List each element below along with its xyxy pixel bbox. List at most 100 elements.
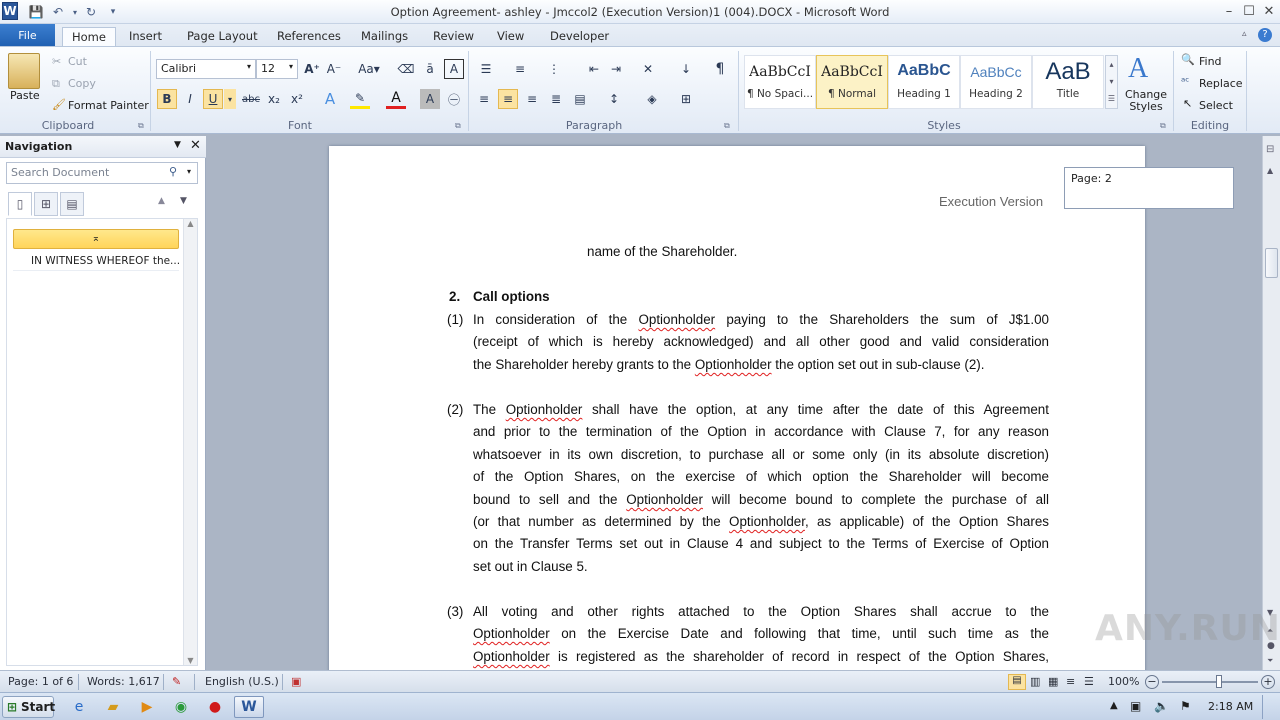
close-button[interactable]: ✕	[1260, 2, 1278, 20]
paste-button[interactable]: Paste	[10, 89, 40, 102]
maximize-button[interactable]: ☐	[1240, 2, 1258, 20]
font-launcher-icon[interactable]: ⧉	[455, 121, 461, 131]
nav-close-icon[interactable]: ✕	[190, 138, 201, 153]
tab-insert[interactable]: Insert	[120, 27, 171, 47]
nav-previous-icon[interactable]: ▲	[158, 196, 165, 206]
draft-icon[interactable]: ☰	[1084, 675, 1094, 688]
nav-scrollbar[interactable]: ▲ ▼	[183, 219, 197, 665]
bold-button[interactable]: B	[157, 89, 177, 109]
page-count-status[interactable]: Page: 1 of 6	[8, 675, 73, 688]
scroll-thumb[interactable]	[1265, 248, 1278, 278]
change-styles-button[interactable]: Change Styles	[1124, 89, 1168, 113]
paste-icon[interactable]	[8, 53, 40, 89]
asian-layout-icon[interactable]: ✕	[638, 59, 658, 79]
highlight-icon[interactable]: ✎	[350, 89, 370, 109]
line-spacing-icon[interactable]: ↕	[604, 89, 624, 109]
web-layout-icon[interactable]: ▦	[1048, 675, 1058, 688]
multilevel-list-icon[interactable]: ⋮	[544, 59, 564, 79]
superscript-button[interactable]: x²	[287, 89, 307, 109]
phonetic-guide-icon[interactable]: ā	[420, 59, 440, 79]
change-styles-icon[interactable]: A	[1128, 53, 1148, 85]
style-heading-2[interactable]: AaBbCc Heading 2	[960, 55, 1032, 109]
action-center-icon[interactable]: ⚑	[1180, 699, 1191, 713]
copy-button[interactable]: Copy	[68, 77, 96, 90]
minimize-button[interactable]: –	[1220, 2, 1238, 20]
document-page[interactable]: Execution Version name of the Shareholde…	[329, 146, 1145, 670]
tab-mailings[interactable]: Mailings	[352, 27, 417, 47]
full-screen-reading-icon[interactable]: ▥	[1030, 675, 1040, 688]
clear-formatting-icon[interactable]: ⌫	[396, 59, 416, 79]
cut-button[interactable]: Cut	[68, 55, 87, 68]
macro-recording-icon[interactable]: ▣	[291, 675, 301, 688]
explorer-icon[interactable]: ▰	[100, 696, 126, 718]
search-options-icon[interactable]: ▾	[187, 167, 191, 176]
volume-icon[interactable]: 🔈	[1154, 699, 1169, 713]
tab-view[interactable]: View	[488, 27, 533, 47]
print-layout-icon[interactable]: ▤	[1008, 674, 1026, 690]
style-normal[interactable]: AaBbCcI ¶ Normal	[816, 55, 888, 109]
numbering-icon[interactable]: ≡	[510, 59, 530, 79]
character-border-icon[interactable]: A	[444, 59, 464, 79]
tab-home[interactable]: Home	[62, 27, 116, 47]
bullets-icon[interactable]: ☰	[476, 59, 496, 79]
borders-icon[interactable]: ⊞	[676, 89, 696, 109]
replace-button[interactable]: Replace	[1199, 77, 1243, 90]
character-shading-icon[interactable]: A	[420, 89, 440, 109]
underline-dropdown-icon[interactable]: ▾	[224, 89, 236, 109]
nav-next-icon[interactable]: ▼	[180, 196, 187, 206]
font-name-combo[interactable]: Calibri ▾	[156, 59, 256, 79]
browse-results-icon[interactable]: ▤	[60, 192, 84, 216]
tray-expand-icon[interactable]: ▲	[1110, 700, 1118, 711]
subscript-button[interactable]: x₂	[264, 89, 284, 109]
underline-button[interactable]: U	[203, 89, 223, 109]
grow-font-icon[interactable]: A⁺	[302, 59, 322, 79]
nav-current-position[interactable]: ⌅	[13, 229, 179, 249]
browse-pages-icon[interactable]: ⊞	[34, 192, 58, 216]
styles-launcher-icon[interactable]: ⧉	[1160, 121, 1166, 131]
shrink-font-icon[interactable]: A⁻	[324, 59, 344, 79]
nav-options-icon[interactable]: ▼	[174, 140, 181, 150]
minimize-ribbon-icon[interactable]: ▵	[1242, 29, 1247, 39]
styles-scroll[interactable]: ▴ ▾ ☰	[1105, 55, 1118, 109]
tab-references[interactable]: References	[268, 27, 350, 47]
tab-review[interactable]: Review	[424, 27, 483, 47]
ruler-toggle-icon[interactable]: ⊟	[1266, 144, 1274, 155]
zoom-out-icon[interactable]: −	[1145, 675, 1159, 689]
clipboard-launcher-icon[interactable]: ⧉	[138, 121, 144, 131]
align-right-icon[interactable]: ≡	[522, 89, 542, 109]
next-page-icon[interactable]: ⏷	[1267, 656, 1273, 666]
justify-icon[interactable]: ≣	[546, 89, 566, 109]
proofing-icon[interactable]: ✎	[172, 675, 181, 688]
search-document-field[interactable]: Search Document ⚲ ▾	[6, 162, 198, 184]
scroll-up-icon[interactable]: ▲	[1267, 166, 1273, 175]
zoom-slider-thumb[interactable]	[1215, 675, 1222, 688]
language-status[interactable]: English (U.S.)	[205, 675, 279, 688]
select-button[interactable]: Select	[1199, 99, 1233, 112]
help-icon[interactable]: ?	[1258, 28, 1272, 42]
internet-explorer-icon[interactable]: e	[66, 696, 92, 718]
text-effects-icon[interactable]: A	[320, 89, 340, 109]
tab-developer[interactable]: Developer	[541, 27, 618, 47]
start-button[interactable]: ⊞ Start	[2, 696, 55, 718]
outline-icon[interactable]: ≡	[1066, 675, 1075, 688]
enclose-characters-icon[interactable]: ㊀	[444, 89, 464, 109]
font-color-icon[interactable]: A	[386, 89, 406, 109]
change-case-icon[interactable]: Aa▾	[356, 59, 382, 79]
tab-file[interactable]: File	[0, 24, 55, 47]
nav-heading-item[interactable]: IN WITNESS WHEREOF the...	[13, 251, 179, 271]
decrease-indent-icon[interactable]: ⇤	[584, 59, 604, 79]
word-taskbar-icon[interactable]: W	[234, 696, 264, 718]
clock[interactable]: 2:18 AM	[1208, 700, 1253, 713]
sort-icon[interactable]: ↓	[676, 59, 696, 79]
show-formatting-button[interactable]: ¶	[710, 59, 730, 79]
increase-indent-icon[interactable]: ⇥	[606, 59, 626, 79]
paragraph-launcher-icon[interactable]: ⧉	[724, 121, 730, 131]
style-heading-1[interactable]: AaBbC Heading 1	[888, 55, 960, 109]
zoom-in-icon[interactable]: +	[1261, 675, 1275, 689]
italic-button[interactable]: I	[180, 89, 200, 109]
shading-icon[interactable]: ◈	[642, 89, 662, 109]
media-player-icon[interactable]: ▶	[134, 696, 160, 718]
word-count-status[interactable]: Words: 1,617	[87, 675, 160, 688]
show-desktop-button[interactable]	[1262, 695, 1278, 719]
opera-icon[interactable]: ●	[202, 696, 228, 718]
